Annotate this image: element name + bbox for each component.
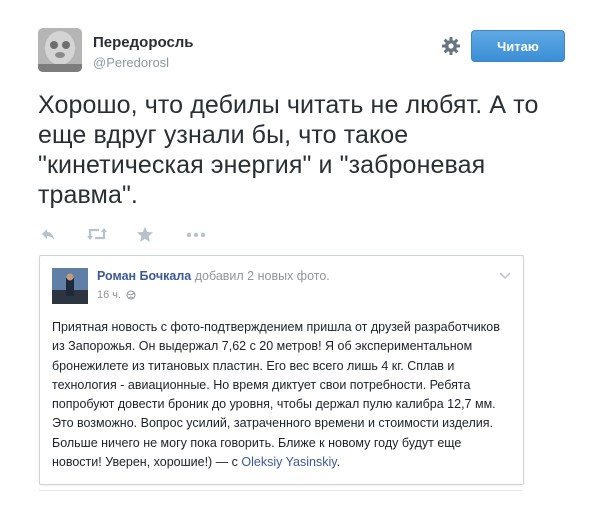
embed-header: Роман Бочкала добавил 2 новых фото.: [97, 269, 330, 283]
embed-timestamp[interactable]: 16 ч.: [97, 289, 136, 303]
chevron-down-icon[interactable]: [499, 268, 511, 280]
author-handle[interactable]: @Peredorosl: [93, 55, 169, 70]
embed-body-end: .: [336, 455, 341, 470]
embed-author-name[interactable]: Роман Бочкала: [97, 269, 191, 283]
embedded-facebook-post: Роман Бочкала добавил 2 новых фото. 16 ч…: [39, 255, 524, 485]
embed-author-avatar[interactable]: [52, 268, 88, 304]
embed-post-text: Приятная новость с фото-подтверждением п…: [52, 318, 512, 472]
embed-time-text: 16 ч.: [97, 289, 122, 301]
reply-icon[interactable]: [40, 226, 56, 244]
gear-icon[interactable]: [441, 36, 461, 56]
tweet-card: Передоросль @Peredorosl Читаю Хорошо, чт…: [0, 0, 604, 507]
embed-added-text: добавил 2 новых фото.: [194, 269, 330, 283]
embed-body-text: Приятная новость с фото-подтверждением п…: [52, 320, 500, 470]
tagged-person-link[interactable]: Oleksiy Yasinskiy: [241, 455, 336, 469]
author-name[interactable]: Передоросль: [93, 34, 194, 51]
divider: [39, 490, 522, 491]
author-avatar[interactable]: [38, 28, 82, 72]
tweet-text: Хорошо, что дебилы читать не любят. А то…: [38, 91, 539, 209]
follow-button[interactable]: Читаю: [471, 30, 565, 62]
star-icon[interactable]: [136, 226, 154, 244]
globe-icon: [126, 290, 136, 303]
more-icon[interactable]: [186, 226, 206, 244]
retweet-icon[interactable]: [86, 226, 108, 244]
